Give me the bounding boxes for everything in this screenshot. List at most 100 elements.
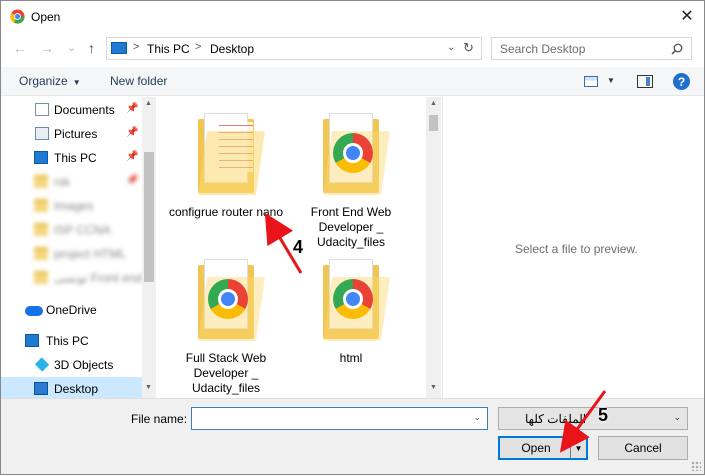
chevron-down-icon[interactable]: ⌄ xyxy=(473,412,481,423)
address-bar[interactable]: > This PC > Desktop ⌄ ↻ xyxy=(106,37,482,60)
sidebar-item-blurred-folder[interactable]: ISP CCNA xyxy=(1,218,142,242)
sidebar-item-label: تونسی Front end xyxy=(54,271,143,285)
sidebar-item-blurred-folder[interactable]: rsk 📌 xyxy=(1,170,142,194)
up-arrow-icon[interactable]: ↑ xyxy=(88,40,95,56)
file-item[interactable]: configrue router nano xyxy=(166,111,286,220)
open-button-label: Open xyxy=(521,441,551,455)
breadcrumb-desktop[interactable]: Desktop xyxy=(210,42,254,56)
scroll-down-icon[interactable]: ▼ xyxy=(430,384,437,391)
file-name: Front End Web Developer _ Udacity_files xyxy=(310,205,392,249)
sidebar-item-pictures[interactable]: Pictures 📌 xyxy=(1,122,142,146)
sidebar-item-label: 3D Objects xyxy=(54,358,114,372)
cancel-button[interactable]: Cancel xyxy=(598,436,688,460)
scrollbar-thumb[interactable] xyxy=(429,115,438,131)
open-split-dropdown[interactable]: ▼ xyxy=(570,438,586,458)
new-folder-button[interactable]: New folder xyxy=(110,74,167,88)
onedrive-icon xyxy=(25,306,43,316)
pin-icon[interactable]: 📌 xyxy=(126,103,138,114)
organize-button[interactable]: Organize ▼ xyxy=(19,74,81,88)
pin-icon[interactable]: 📌 xyxy=(126,151,138,162)
folder-icon xyxy=(34,223,48,236)
pin-icon[interactable]: 📌 xyxy=(126,127,138,138)
search-box[interactable]: Search Desktop xyxy=(491,37,692,60)
this-pc-icon xyxy=(25,334,39,347)
sidebar-item-label: This PC xyxy=(54,151,97,165)
sidebar-item-label: rsk xyxy=(54,175,70,189)
file-name-combobox[interactable]: ⌄ xyxy=(191,407,488,430)
navigation-pane-scrollbar[interactable]: ▲ ▼ xyxy=(142,97,156,398)
sidebar-item-label: Images xyxy=(54,199,94,213)
sidebar-item-this-pc-quick[interactable]: This PC 📌 xyxy=(1,146,142,170)
resize-grip-icon[interactable] xyxy=(691,461,701,471)
refresh-icon[interactable]: ↻ xyxy=(463,40,474,56)
change-view-icon[interactable] xyxy=(584,76,598,87)
chevron-down-icon: ⌄ xyxy=(673,412,681,422)
chrome-icon xyxy=(208,279,248,319)
scroll-up-icon[interactable]: ▲ xyxy=(430,100,437,107)
sidebar-item-this-pc[interactable]: This PC xyxy=(1,329,142,353)
pin-icon[interactable]: 📌 xyxy=(126,175,138,186)
folder-icon xyxy=(34,271,48,284)
recent-locations-icon[interactable]: ⌄ xyxy=(67,41,76,54)
chrome-app-icon xyxy=(10,9,25,24)
open-button[interactable]: Open ▼ xyxy=(498,436,588,460)
3d-objects-icon xyxy=(34,357,50,372)
search-placeholder: Search Desktop xyxy=(500,42,586,56)
folder-icon xyxy=(196,111,265,201)
preview-pane-icon[interactable] xyxy=(637,75,653,88)
caret-down-icon[interactable]: ▼ xyxy=(607,76,615,85)
file-item[interactable]: Front End Web Developer _ Udacity_files xyxy=(291,111,411,250)
file-name-input[interactable] xyxy=(192,408,462,429)
chevron-right-icon: > xyxy=(133,41,140,53)
documents-icon xyxy=(35,103,49,116)
sidebar-item-desktop[interactable]: Desktop xyxy=(1,377,142,398)
file-name-label: File name: xyxy=(131,412,188,426)
close-button[interactable]: ✕ xyxy=(676,5,698,27)
this-pc-icon xyxy=(34,151,48,164)
sidebar-item-label: Desktop xyxy=(54,382,99,396)
sidebar-item-3d-objects[interactable]: 3D Objects xyxy=(1,353,142,377)
folder-icon xyxy=(34,175,48,188)
sidebar-item-onedrive[interactable]: OneDrive xyxy=(1,298,142,322)
file-item[interactable]: html xyxy=(291,257,411,366)
back-arrow-icon[interactable]: ← xyxy=(13,40,27,56)
breadcrumb-this-pc[interactable]: This PC xyxy=(147,42,190,56)
sidebar-item-documents[interactable]: Documents 📌 xyxy=(1,98,142,122)
annotation-step-5: 5 xyxy=(598,405,609,425)
pictures-icon xyxy=(35,127,49,140)
preview-message: Select a file to preview. xyxy=(515,242,638,256)
chevron-down-icon[interactable]: ⌄ xyxy=(447,42,455,53)
file-list-scrollbar[interactable]: ▲ ▼ xyxy=(426,97,441,398)
sidebar-item-blurred-folder[interactable]: Images xyxy=(1,194,142,218)
chrome-icon xyxy=(333,279,373,319)
sidebar-item-label: ISP CCNA xyxy=(54,223,111,237)
this-pc-icon xyxy=(111,42,127,54)
file-name: configrue router nano xyxy=(168,205,284,219)
file-type-filter[interactable]: الملفات كلها ⌄ xyxy=(498,407,688,430)
sidebar-item-label: This PC xyxy=(46,334,89,348)
file-type-value: الملفات كلها xyxy=(525,412,587,426)
file-list: configrue router nano Front End Web Deve… xyxy=(158,97,426,398)
help-icon[interactable]: ? xyxy=(673,73,690,90)
preview-pane: Select a file to preview. xyxy=(442,97,704,398)
chrome-folder-icon xyxy=(321,111,390,201)
scrollbar-thumb[interactable] xyxy=(144,152,154,282)
sidebar-item-blurred-folder[interactable]: تونسی Front end xyxy=(1,266,142,290)
forward-arrow-icon[interactable]: → xyxy=(40,40,54,56)
folder-icon xyxy=(34,247,48,260)
file-name: Full Stack Web Developer _ Udacity_files xyxy=(185,351,267,395)
file-item[interactable]: Full Stack Web Developer _ Udacity_files xyxy=(166,257,286,396)
sidebar-item-blurred-folder[interactable]: project HTML xyxy=(1,242,142,266)
navigation-pane: Documents 📌 Pictures 📌 This PC 📌 rsk 📌 I… xyxy=(1,97,156,398)
chrome-folder-icon xyxy=(196,257,265,347)
command-bar: Organize ▼ New folder ▼ ? xyxy=(1,67,704,96)
navigation-bar: ← → ⌄ ↑ > This PC > Desktop ⌄ ↻ Search D… xyxy=(1,34,704,64)
caret-down-icon: ▼ xyxy=(72,78,81,87)
window-title: Open xyxy=(31,10,61,24)
scroll-up-icon[interactable]: ▲ xyxy=(145,100,152,107)
sidebar-item-label: OneDrive xyxy=(46,303,97,317)
title-bar: Open ✕ xyxy=(1,1,704,32)
chrome-icon xyxy=(333,133,373,173)
scroll-down-icon[interactable]: ▼ xyxy=(145,384,152,391)
sidebar-item-label: Pictures xyxy=(54,127,98,141)
